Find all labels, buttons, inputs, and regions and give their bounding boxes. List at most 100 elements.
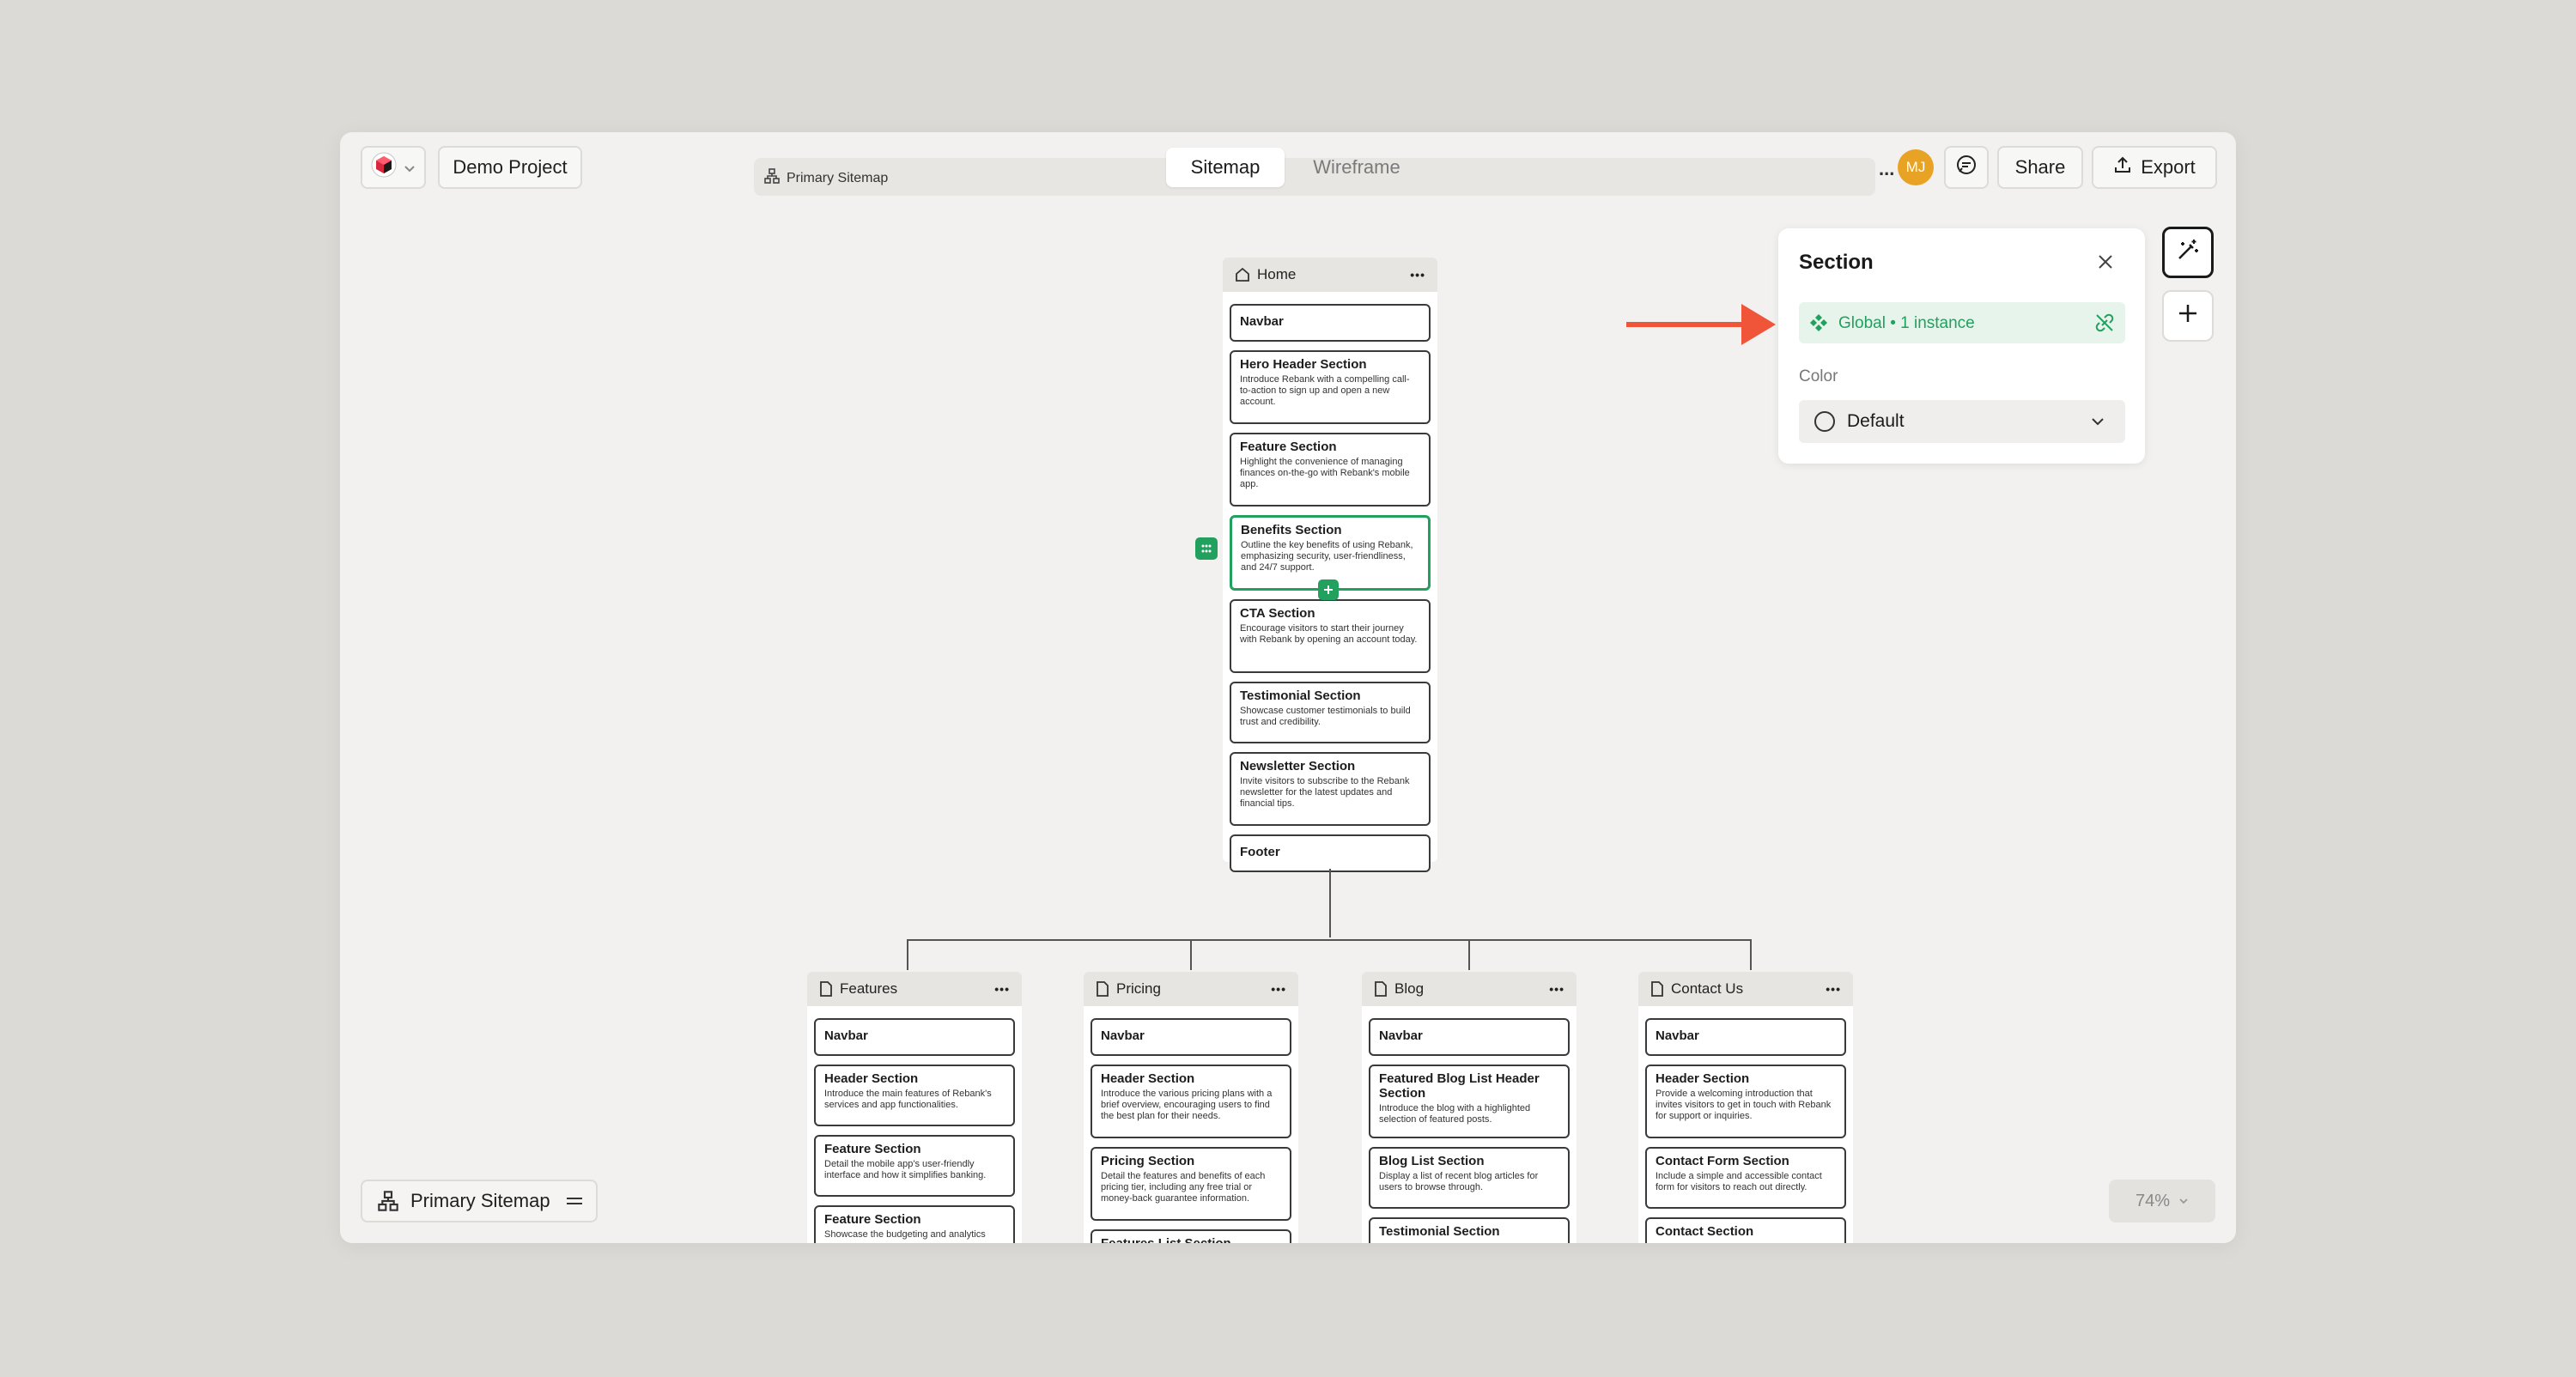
section-title: Header Section: [824, 1071, 919, 1086]
tab-sitemap-label: Sitemap: [1190, 156, 1261, 178]
comments-button[interactable]: [1944, 146, 1989, 189]
pricing-page-header[interactable]: Pricing •••: [1084, 972, 1298, 1006]
section-desc: Invite visitors to subscribe to the Reba…: [1240, 776, 1410, 809]
contact-page-column[interactable]: Contact Us ••• Navbar Header Section Prov…: [1638, 972, 1853, 1243]
blog-page-column[interactable]: Blog ••• Navbar Featured Blog List Heade…: [1362, 972, 1577, 1243]
tab-sitemap[interactable]: Sitemap: [1166, 148, 1285, 187]
section-card[interactable]: CTA Section Encourage visitors to start t…: [1230, 599, 1431, 673]
section-title: Feature Section: [824, 1212, 921, 1227]
section-card-selected[interactable]: Benefits Section Outline the key benefits…: [1230, 515, 1431, 600]
page-title: Contact Us: [1671, 980, 1744, 997]
sitemap-selector[interactable]: Primary Sitemap: [361, 1180, 598, 1222]
plus-icon: [2177, 302, 2199, 330]
chevron-down-icon: [2178, 1198, 2189, 1204]
section-desc: Introduce Rebank with a compelling call-…: [1240, 374, 1410, 407]
section-title: Navbar: [1656, 1028, 1699, 1043]
section-card[interactable]: Testimonial Section: [1369, 1217, 1570, 1243]
more-options-icon[interactable]: •••: [994, 982, 1010, 996]
section-card[interactable]: Contact Section: [1645, 1217, 1846, 1243]
tab-wireframe-label: Wireframe: [1313, 156, 1400, 178]
features-page-column[interactable]: Features ••• Navbar Header Section Introd…: [807, 972, 1022, 1243]
section-card[interactable]: Featured Blog List Header Section Introdu…: [1369, 1065, 1570, 1138]
section-title: Pricing Section: [1101, 1154, 1195, 1168]
section-desc: Introduce the blog with a highlighted se…: [1379, 1103, 1531, 1125]
add-section-below-icon[interactable]: [1318, 579, 1339, 600]
section-card[interactable]: Contact Form Section Include a simple and…: [1645, 1147, 1846, 1209]
page-title: Features: [840, 980, 898, 997]
pricing-page-column[interactable]: Pricing ••• Navbar Header Section Introdu…: [1084, 972, 1298, 1243]
breadcrumb-label: Primary Sitemap: [787, 170, 889, 185]
chat-bubble-icon: [1955, 154, 1978, 181]
section-title: Featured Blog List Header Section: [1379, 1071, 1540, 1101]
section-card[interactable]: Feature Section Detail the mobile app's u…: [814, 1135, 1015, 1197]
project-name: Demo Project: [453, 156, 568, 178]
section-panel: Section Global • 1 instance Color Defaul…: [1778, 228, 2145, 464]
section-card[interactable]: Blog List Section Display a list of recen…: [1369, 1147, 1570, 1209]
section-title: Testimonial Section: [1379, 1224, 1500, 1239]
contact-page-header[interactable]: Contact Us •••: [1638, 972, 1853, 1006]
features-page-header[interactable]: Features •••: [807, 972, 1022, 1006]
global-instance-label: Global • 1 instance: [1838, 314, 1975, 332]
section-title: Blog List Section: [1379, 1154, 1485, 1168]
page-title: Blog: [1394, 980, 1425, 997]
section-card[interactable]: Navbar: [1091, 1018, 1291, 1056]
home-page-column[interactable]: Home ••• Navbar Hero Header Section Intro…: [1223, 258, 1437, 872]
logo-menu-button[interactable]: [361, 146, 426, 189]
color-select-value: Default: [1847, 411, 1905, 431]
page-icon: [1096, 981, 1109, 997]
section-card[interactable]: Feature Section Highlight the convenience…: [1230, 433, 1431, 507]
section-title: Contact Section: [1656, 1224, 1754, 1239]
section-card[interactable]: Navbar: [1645, 1018, 1846, 1056]
more-menu[interactable]: ...: [1879, 158, 1894, 180]
section-card[interactable]: Testimonial Section Showcase customer tes…: [1230, 682, 1431, 743]
more-options-icon[interactable]: •••: [1271, 982, 1286, 996]
upload-icon: [2113, 155, 2132, 179]
section-title: Navbar: [1379, 1028, 1423, 1043]
section-desc: Encourage visitors to start their journe…: [1240, 623, 1418, 645]
ai-magic-button[interactable]: [2162, 227, 2214, 278]
blog-page-header[interactable]: Blog •••: [1362, 972, 1577, 1006]
connector-line: [1468, 939, 1470, 970]
section-title: Header Section: [1656, 1071, 1750, 1086]
zoom-control[interactable]: 74%: [2109, 1180, 2215, 1222]
section-card[interactable]: Footer: [1230, 834, 1431, 872]
section-card[interactable]: Features List Section: [1091, 1229, 1291, 1243]
section-title: Header Section: [1101, 1071, 1195, 1086]
project-name-button[interactable]: Demo Project: [438, 146, 582, 189]
more-options-icon[interactable]: •••: [1410, 268, 1425, 282]
menu-lines-icon: [566, 1195, 583, 1207]
global-component-row[interactable]: Global • 1 instance: [1799, 302, 2125, 343]
section-title: Navbar: [1101, 1028, 1145, 1043]
more-options-icon[interactable]: •••: [1826, 982, 1841, 996]
section-card[interactable]: Newsletter Section Invite visitors to sub…: [1230, 752, 1431, 826]
close-icon[interactable]: [2096, 252, 2115, 276]
section-title: Benefits Section: [1241, 523, 1342, 537]
home-page-header[interactable]: Home •••: [1223, 258, 1437, 292]
component-icon: [1809, 313, 1828, 337]
section-card[interactable]: Pricing Section Detail the features and b…: [1091, 1147, 1291, 1221]
breadcrumb[interactable]: Primary Sitemap: [764, 168, 888, 188]
unlink-icon[interactable]: [2094, 312, 2115, 337]
section-title: CTA Section: [1240, 606, 1315, 621]
section-card[interactable]: Header Section Introduce the various pric…: [1091, 1065, 1291, 1138]
section-card[interactable]: Header Section Provide a welcoming introd…: [1645, 1065, 1846, 1138]
export-button[interactable]: Export: [2092, 146, 2217, 189]
section-card[interactable]: Feature Section Showcase the budgeting an…: [814, 1205, 1015, 1243]
avatar[interactable]: MJ: [1898, 149, 1934, 185]
chevron-down-icon: [404, 156, 416, 179]
chevron-down-icon: [2091, 416, 2105, 431]
section-title: Footer: [1240, 845, 1280, 859]
add-button[interactable]: [2162, 290, 2214, 342]
section-title: Hero Header Section: [1240, 357, 1367, 372]
tab-wireframe[interactable]: Wireframe: [1293, 148, 1420, 187]
section-card[interactable]: Hero Header Section Introduce Rebank with…: [1230, 350, 1431, 424]
section-card[interactable]: Header Section Introduce the main feature…: [814, 1065, 1015, 1126]
section-card[interactable]: Navbar: [814, 1018, 1015, 1056]
section-card[interactable]: Navbar: [1369, 1018, 1570, 1056]
more-options-icon[interactable]: •••: [1549, 982, 1564, 996]
share-button[interactable]: Share: [1997, 146, 2083, 189]
drag-handle-icon[interactable]: [1195, 537, 1218, 560]
section-card[interactable]: Navbar: [1230, 304, 1431, 342]
section-desc: Highlight the convenience of managing fi…: [1240, 457, 1410, 489]
color-select[interactable]: Default: [1799, 400, 2125, 443]
